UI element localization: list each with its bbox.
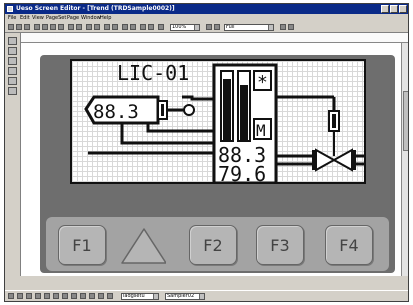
f3-key[interactable]: F3 [256,225,304,265]
front-icon[interactable] [140,24,146,30]
zoom-in-icon[interactable] [86,24,92,30]
menu-file[interactable]: File [8,14,16,22]
close-icon[interactable] [399,5,407,13]
f2-key[interactable]: F2 [189,225,237,265]
color-icon[interactable] [71,293,77,299]
rotate-icon[interactable] [98,293,104,299]
f4-key[interactable]: F4 [325,225,373,265]
design-workspace[interactable]: LIC-01 88.3 * M 88.3 79.6 F1 F2 F3 F4 [21,33,408,276]
alarm-indicator: * [257,72,268,93]
zoom-out-icon[interactable] [94,24,100,30]
status-select-2[interactable]: Sampler02 [165,293,205,300]
grid-icon[interactable] [104,24,110,30]
triangle-key[interactable] [118,225,166,265]
layer-icon[interactable] [206,24,212,30]
pointer-tool-icon[interactable] [8,37,17,45]
function-keypad: F1 F2 F3 F4 [46,217,389,271]
pipe-left [120,123,214,145]
help-icon[interactable] [288,24,294,30]
ruler [21,33,408,43]
new-icon[interactable] [8,24,14,30]
valve-actuator-core [332,114,336,128]
toolbar: 100% Full [5,22,408,33]
image-tool-icon[interactable] [8,87,17,95]
title-bar[interactable]: Ueso Screen Editor - [Trend (TRDSample00… [5,4,408,14]
save-icon[interactable] [24,24,30,30]
transmitter-core [161,104,164,116]
hmi-panel: LIC-01 88.3 * M 88.3 79.6 F1 F2 F3 F4 [40,55,395,273]
sp-bar-fill [240,85,248,140]
flip-icon[interactable] [107,293,113,299]
menu-bar: File Edit View PageSet Page Window Help [5,14,408,22]
print-icon[interactable] [34,24,40,30]
menu-help[interactable]: Help [100,14,111,22]
hmi-screen: LIC-01 88.3 * M 88.3 79.6 [70,59,366,184]
signal-line-top [182,95,214,101]
ellipse-icon[interactable] [44,293,50,299]
mode-indicator[interactable]: M [256,121,266,140]
rect-icon[interactable] [35,293,41,299]
tag-label: LIC-01 [117,61,189,85]
status-select-1[interactable]: ladgsetu [121,293,159,300]
menu-window[interactable]: Window [81,14,101,22]
open-icon[interactable] [16,24,22,30]
rect-tool-icon[interactable] [8,57,17,65]
triangle-key-icon [121,228,166,264]
line-icon[interactable] [26,293,32,299]
pv-display-value[interactable]: 88.3 [93,101,139,123]
tag-icon[interactable] [214,24,220,30]
zoom-select[interactable]: 100% [170,24,200,31]
sensor-bulb-icon [183,104,195,116]
menu-pageset[interactable]: PageSet [46,14,66,22]
copy-icon[interactable] [50,24,56,30]
valve-icon[interactable] [315,148,337,172]
ellipse-tool-icon[interactable] [8,67,17,75]
vertical-scrollbar[interactable] [401,43,408,276]
maximize-icon[interactable] [390,5,398,13]
menu-page[interactable]: Page [67,14,79,22]
window-title: Ueso Screen Editor - [Trend (TRDSample00… [16,5,175,12]
text-tool-icon[interactable] [8,77,17,85]
valve-right-half [331,148,353,172]
bottom-toolbar: ladgsetu Sampler02 [5,290,408,301]
line-tool-icon[interactable] [8,47,17,55]
minimize-icon[interactable] [381,5,389,13]
layer-up-icon[interactable] [89,293,95,299]
paste-icon[interactable] [58,24,64,30]
lock-icon[interactable] [280,24,286,30]
properties-icon[interactable] [158,24,164,30]
fill-icon[interactable] [62,293,68,299]
menu-edit[interactable]: Edit [20,14,30,22]
flange-right [353,150,356,170]
window-icon [7,6,13,12]
editor-window: Ueso Screen Editor - [Trend (TRDSample00… [4,3,409,302]
cut-icon[interactable] [42,24,48,30]
ungroup-icon[interactable] [130,24,136,30]
undo-icon[interactable] [68,24,74,30]
value-bottom: 79.6 [218,162,266,184]
menu-view[interactable]: View [32,14,44,22]
f1-key[interactable]: F1 [58,225,106,265]
flange-left [312,150,315,170]
scroll-thumb[interactable] [403,91,408,151]
pv-bar-fill [223,79,231,140]
redo-icon[interactable] [76,24,82,30]
tools-palette [5,33,21,276]
align-icon[interactable] [112,24,118,30]
text-icon[interactable] [53,293,59,299]
process-diagram: LIC-01 88.3 * M 88.3 79.6 [84,61,364,184]
back-icon[interactable] [148,24,154,30]
pointer-icon[interactable] [8,293,14,299]
group-icon[interactable] [122,24,128,30]
layer-down-icon[interactable] [80,293,86,299]
arrow-icon[interactable] [17,293,23,299]
layer-select[interactable]: Full [224,24,274,31]
